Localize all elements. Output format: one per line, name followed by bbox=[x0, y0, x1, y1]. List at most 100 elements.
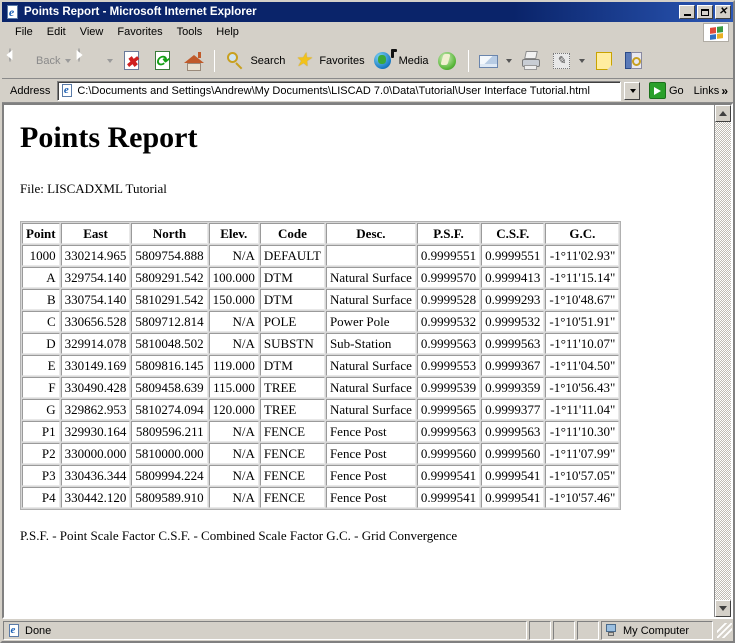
scroll-down-button[interactable] bbox=[715, 600, 731, 617]
minimize-button[interactable] bbox=[679, 5, 695, 19]
cell-elev: N/A bbox=[208, 487, 259, 508]
menu-item-file[interactable]: File bbox=[8, 24, 40, 40]
toolbar: Back ✖ ⟳ Search ★ Favorites Media ✎ bbox=[2, 43, 733, 79]
cell-point: A bbox=[22, 267, 60, 288]
ie-page-icon: e bbox=[5, 4, 20, 20]
cell-east: 330754.140 bbox=[60, 289, 131, 310]
menu-item-view[interactable]: View bbox=[73, 24, 111, 40]
cell-east: 330442.120 bbox=[60, 487, 131, 508]
cell-csf: 0.9999551 bbox=[481, 245, 545, 266]
chevron-down-icon[interactable] bbox=[505, 58, 512, 63]
history-button[interactable] bbox=[433, 46, 463, 76]
cell-north: 5810048.502 bbox=[131, 333, 208, 354]
menu-item-tools[interactable]: Tools bbox=[170, 24, 210, 40]
research-button[interactable] bbox=[620, 46, 650, 76]
cell-csf: 0.9999532 bbox=[481, 311, 545, 332]
discuss-button[interactable] bbox=[589, 46, 619, 76]
table-header-3: Elev. bbox=[208, 223, 259, 244]
cell-gc: -1°11'10.07" bbox=[545, 333, 620, 354]
table-header-1: East bbox=[60, 223, 131, 244]
cell-psf: 0.9999563 bbox=[416, 333, 481, 354]
chevron-down-icon[interactable] bbox=[578, 58, 585, 63]
print-button[interactable] bbox=[516, 46, 546, 76]
edit-button[interactable]: ✎ bbox=[547, 46, 588, 76]
menu-item-favorites[interactable]: Favorites bbox=[110, 24, 169, 40]
scrollbar-track[interactable] bbox=[715, 122, 731, 600]
chevron-down-icon[interactable] bbox=[65, 58, 72, 63]
cell-east: 330214.965 bbox=[60, 245, 131, 266]
points-table: Point East North Elev. Code Desc. P.S.F. C.S.F.… bbox=[20, 221, 622, 510]
forward-button[interactable] bbox=[75, 46, 116, 76]
cell-north: 5809754.888 bbox=[131, 245, 208, 266]
cell-code: DTM bbox=[259, 289, 325, 310]
chevron-down-icon bbox=[629, 88, 636, 93]
forward-arrow-icon bbox=[77, 47, 102, 73]
cell-gc: -1°10'51.91" bbox=[545, 311, 620, 332]
cell-csf: 0.9999541 bbox=[481, 465, 545, 486]
notes-icon bbox=[592, 49, 616, 73]
table-row: P2 330000.000 5810000.000 N/A FENCE Fence Pos… bbox=[22, 443, 620, 464]
cell-east: 329862.953 bbox=[60, 399, 131, 420]
cell-point: P3 bbox=[22, 465, 60, 486]
history-swirl-icon bbox=[436, 49, 460, 73]
scroll-down-arrow-icon bbox=[719, 606, 727, 611]
cell-code: FENCE bbox=[259, 465, 325, 486]
cell-east: 329754.140 bbox=[60, 267, 131, 288]
cell-psf: 0.9999565 bbox=[416, 399, 481, 420]
table-row: F 330490.428 5809458.639 115.000 TREE Natural… bbox=[22, 377, 620, 398]
links-button[interactable]: Links » bbox=[691, 85, 731, 97]
address-label: Address bbox=[10, 84, 51, 97]
cell-code: TREE bbox=[259, 399, 325, 420]
table-header-4: Code bbox=[259, 223, 325, 244]
cell-psf: 0.9999563 bbox=[416, 421, 481, 442]
security-zone-panel[interactable]: My Computer bbox=[601, 621, 713, 640]
maximize-button[interactable] bbox=[697, 5, 713, 19]
refresh-button[interactable]: ⟳ bbox=[148, 46, 178, 76]
cell-psf: 0.9999570 bbox=[416, 267, 481, 288]
legend-note: P.S.F. - Point Scale Factor C.S.F. - Com… bbox=[20, 528, 458, 543]
search-magnifier-icon bbox=[223, 49, 247, 73]
chevron-down-icon[interactable] bbox=[107, 58, 114, 63]
menu-item-help[interactable]: Help bbox=[209, 24, 246, 40]
status-text: Done bbox=[25, 624, 52, 637]
cell-desc: Fence Post bbox=[325, 443, 416, 464]
cell-point: D bbox=[22, 333, 60, 354]
resize-grip[interactable] bbox=[717, 623, 732, 638]
home-button[interactable] bbox=[179, 46, 209, 76]
star-icon: ★ bbox=[294, 49, 312, 71]
address-dropdown-button[interactable] bbox=[623, 81, 640, 100]
mail-button[interactable] bbox=[474, 46, 515, 76]
address-value: C:\Documents and Settings\Andrew\My Docu… bbox=[77, 84, 590, 97]
cell-east: 330000.000 bbox=[60, 443, 131, 464]
media-button[interactable]: Media bbox=[369, 46, 432, 76]
address-bar: Address e C:\Documents and Settings\Andr… bbox=[2, 79, 733, 103]
cell-gc: -1°10'56.43" bbox=[545, 377, 620, 398]
stop-button[interactable]: ✖ bbox=[117, 46, 147, 76]
scroll-up-button[interactable] bbox=[715, 105, 731, 122]
back-button[interactable]: Back bbox=[6, 46, 74, 76]
cell-code: POLE bbox=[259, 311, 325, 332]
table-header-2: North bbox=[131, 223, 208, 244]
vertical-scrollbar[interactable] bbox=[714, 105, 731, 617]
page-title: Points Report bbox=[20, 121, 198, 154]
cell-elev: 119.000 bbox=[208, 355, 259, 376]
cell-desc bbox=[325, 245, 416, 266]
cell-desc: Natural Surface bbox=[325, 399, 416, 420]
cell-csf: 0.9999367 bbox=[481, 355, 545, 376]
cell-psf: 0.9999560 bbox=[416, 443, 481, 464]
menu-item-edit[interactable]: Edit bbox=[40, 24, 73, 40]
cell-csf: 0.9999563 bbox=[481, 333, 545, 354]
cell-gc: -1°10'48.67" bbox=[545, 289, 620, 310]
cell-north: 5809596.211 bbox=[131, 421, 208, 442]
address-input[interactable]: e C:\Documents and Settings\Andrew\My Do… bbox=[57, 80, 621, 101]
globe-media-icon bbox=[372, 48, 397, 73]
go-button[interactable]: Go bbox=[645, 82, 688, 99]
close-button[interactable]: ✕ bbox=[715, 5, 731, 19]
cell-point: C bbox=[22, 311, 60, 332]
cell-point: G bbox=[22, 399, 60, 420]
search-button[interactable]: Search bbox=[220, 46, 288, 76]
favorites-button[interactable]: ★ Favorites bbox=[289, 46, 367, 76]
table-row: G 329862.953 5810274.094 120.000 TREE Natural… bbox=[22, 399, 620, 420]
scroll-up-arrow-icon bbox=[719, 111, 727, 116]
cell-north: 5809816.145 bbox=[131, 355, 208, 376]
